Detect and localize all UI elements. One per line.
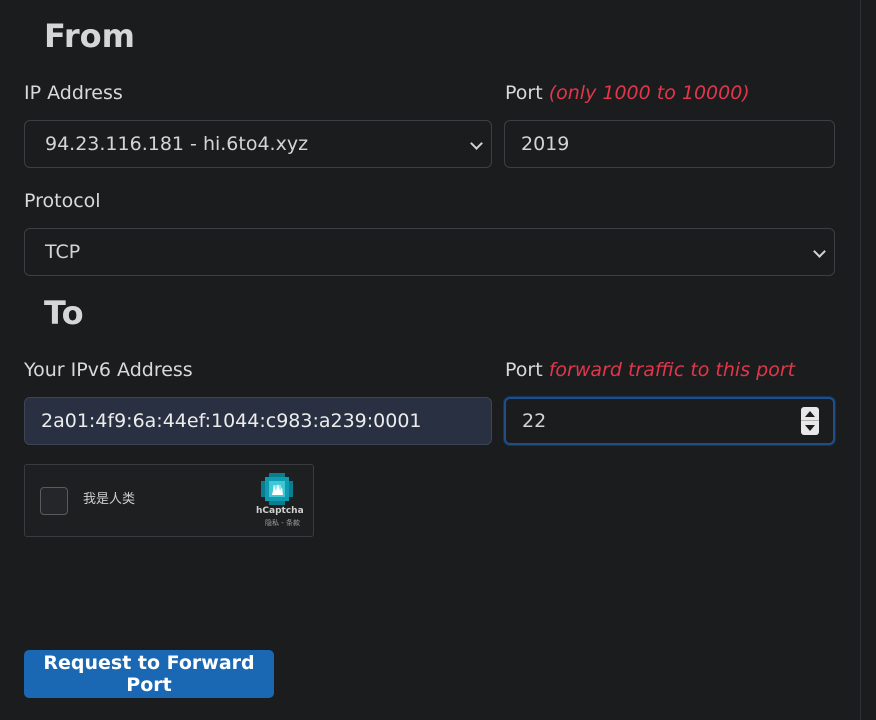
stepper-divider: [801, 420, 819, 421]
protocol-label-text: Protocol: [24, 190, 101, 212]
captcha-label: 我是人类: [83, 492, 136, 507]
ip-address-select[interactable]: 94.23.116.181 - hi.6to4.xyz: [24, 120, 492, 168]
from-port-hint: (only 1000 to 10000): [548, 82, 750, 104]
panel-border: [860, 0, 861, 720]
from-port-label-text: Port: [505, 82, 543, 104]
hcaptcha-logo-icon: [261, 473, 293, 505]
to-port-label: Port forward traffic to this port: [505, 361, 795, 380]
stepper-up-icon[interactable]: [805, 411, 815, 417]
protocol-select-value: TCP: [45, 241, 81, 263]
to-port-label-text: Port: [505, 359, 543, 381]
from-section-title: From: [44, 17, 135, 55]
to-port-input[interactable]: 22: [504, 397, 835, 445]
ipv6-address-input[interactable]: 2a01:4f9:6a:44ef:1044:c983:a239:0001: [24, 397, 492, 445]
protocol-select[interactable]: TCP: [24, 228, 835, 276]
ipv6-address-label-text: Your IPv6 Address: [24, 359, 193, 381]
to-section-title: To: [44, 294, 84, 332]
request-forward-port-button[interactable]: Request to Forward Port: [24, 650, 274, 698]
port-stepper-icon[interactable]: [801, 407, 819, 435]
captcha-checkbox[interactable]: [40, 487, 68, 515]
chevron-down-icon: [813, 245, 826, 258]
ipv6-address-input-value: 2a01:4f9:6a:44ef:1044:c983:a239:0001: [41, 410, 422, 432]
ip-address-label-text: IP Address: [24, 82, 123, 104]
hcaptcha-widget: 我是人类 hCaptcha 隐私 - 条款: [24, 464, 314, 537]
to-port-hint: forward traffic to this port: [548, 359, 796, 381]
ip-address-label: IP Address: [24, 84, 123, 103]
ipv6-address-label: Your IPv6 Address: [24, 361, 193, 380]
protocol-label: Protocol: [24, 192, 101, 211]
from-port-label: Port (only 1000 to 10000): [505, 84, 750, 103]
from-port-input[interactable]: 2019: [504, 120, 835, 168]
chevron-down-icon: [470, 137, 483, 150]
ip-address-select-value: 94.23.116.181 - hi.6to4.xyz: [45, 133, 309, 155]
captcha-privacy-terms-link[interactable]: 隐私 - 条款: [265, 520, 300, 527]
captcha-brand: hCaptcha: [256, 506, 304, 516]
to-port-input-value: 22: [522, 410, 547, 432]
from-port-input-value: 2019: [521, 133, 570, 155]
stepper-down-icon[interactable]: [805, 425, 815, 431]
